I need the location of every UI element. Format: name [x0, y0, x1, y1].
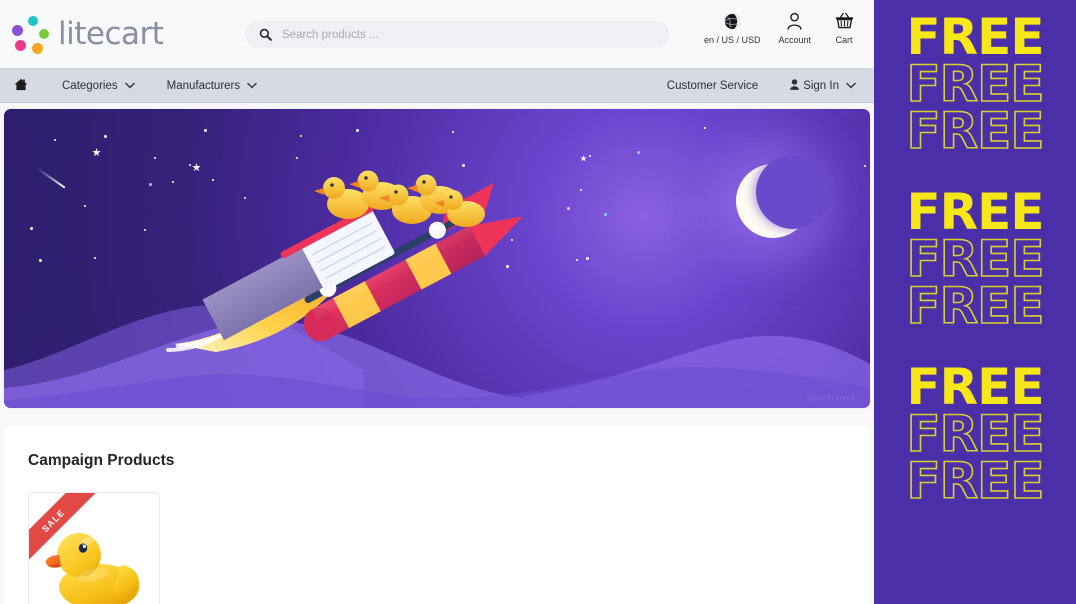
nav-item-manufacturers[interactable]: Manufacturers	[151, 68, 274, 103]
promo-free-outline: FREE	[906, 277, 1046, 335]
promo-group: FREE FREE FREE	[874, 183, 1076, 335]
shooting-star-icon	[36, 167, 66, 189]
promo-free-outline: FREE	[906, 102, 1046, 160]
promo-free-outline: FREE	[906, 452, 1046, 510]
cart-icon	[835, 10, 854, 32]
promo-group: FREE FREE FREE	[874, 358, 1076, 510]
account-icon	[786, 10, 803, 32]
product-image	[29, 507, 159, 604]
main-navigation: Categories Manufacturers Customer Servic…	[0, 68, 874, 103]
page-title: Campaign Products	[28, 452, 175, 469]
site-logo[interactable]: litecart	[10, 0, 164, 68]
nav-item-customer-service[interactable]: Customer Service	[651, 68, 774, 103]
rocket-with-ducks-illustration	[166, 170, 523, 352]
account-button[interactable]: Account	[769, 10, 820, 45]
search-input[interactable]	[282, 28, 642, 41]
search-icon	[259, 28, 272, 41]
search-box[interactable]	[245, 21, 669, 48]
banner-watermark: shutterstock	[806, 393, 856, 402]
site-header: litecart Search products ... en / US / U…	[0, 0, 874, 68]
language-currency-selector[interactable]: en / US / USD	[695, 10, 770, 45]
promo-free-solid: FREE	[906, 8, 1045, 66]
home-icon	[14, 78, 28, 94]
promo-free-solid: FREE	[906, 358, 1045, 416]
nav-item-label: Categories	[62, 79, 118, 92]
promo-free-outline: FREE	[906, 405, 1046, 463]
chevron-down-icon	[846, 80, 856, 92]
brand-name: litecart	[58, 16, 164, 52]
promo-free-outline: FREE	[906, 55, 1046, 113]
hero-banner[interactable]: shutterstock	[4, 109, 870, 408]
page-root: litecart Search products ... en / US / U…	[0, 0, 1076, 604]
nav-item-label: Customer Service	[666, 79, 759, 92]
promo-free-solid: FREE	[906, 183, 1045, 241]
promo-group: FREE FREE FREE	[874, 8, 1076, 160]
nav-item-label: Manufacturers	[166, 79, 241, 92]
nav-item-label: Sign In	[803, 79, 839, 92]
campaign-products-section: Campaign Products SALE	[4, 426, 870, 604]
header-utilities: en / US / USD Account Cart	[695, 10, 868, 45]
nav-item-home[interactable]	[0, 68, 46, 103]
cart-label: Cart	[835, 35, 853, 45]
language-currency-label: en / US / USD	[703, 35, 761, 45]
product-card[interactable]: SALE	[28, 492, 160, 604]
nav-item-sign-in[interactable]: Sign In	[774, 68, 872, 103]
account-label: Account	[778, 35, 811, 45]
person-icon	[790, 78, 800, 93]
nav-left-group: Categories Manufacturers	[0, 68, 273, 103]
globe-icon	[724, 10, 741, 32]
chevron-down-icon	[124, 80, 135, 92]
moon-icon	[736, 155, 830, 238]
nav-right-group: Customer Service Sign In	[651, 68, 872, 103]
logo-dots-icon	[10, 15, 54, 54]
nav-item-categories[interactable]: Categories	[46, 68, 151, 103]
main-column: litecart Search products ... en / US / U…	[0, 0, 874, 604]
promo-rail[interactable]: FREE FREE FREE FREE FREE FREE FREE FREE …	[874, 0, 1076, 604]
promo-free-outline: FREE	[906, 230, 1046, 288]
rubber-duck-icon	[45, 533, 139, 604]
product-grid: SALE	[28, 492, 846, 604]
star-icon	[92, 148, 101, 157]
chevron-down-icon	[247, 80, 257, 92]
hero-banner-area: shutterstock	[0, 103, 874, 408]
cart-button[interactable]: Cart	[820, 10, 868, 45]
